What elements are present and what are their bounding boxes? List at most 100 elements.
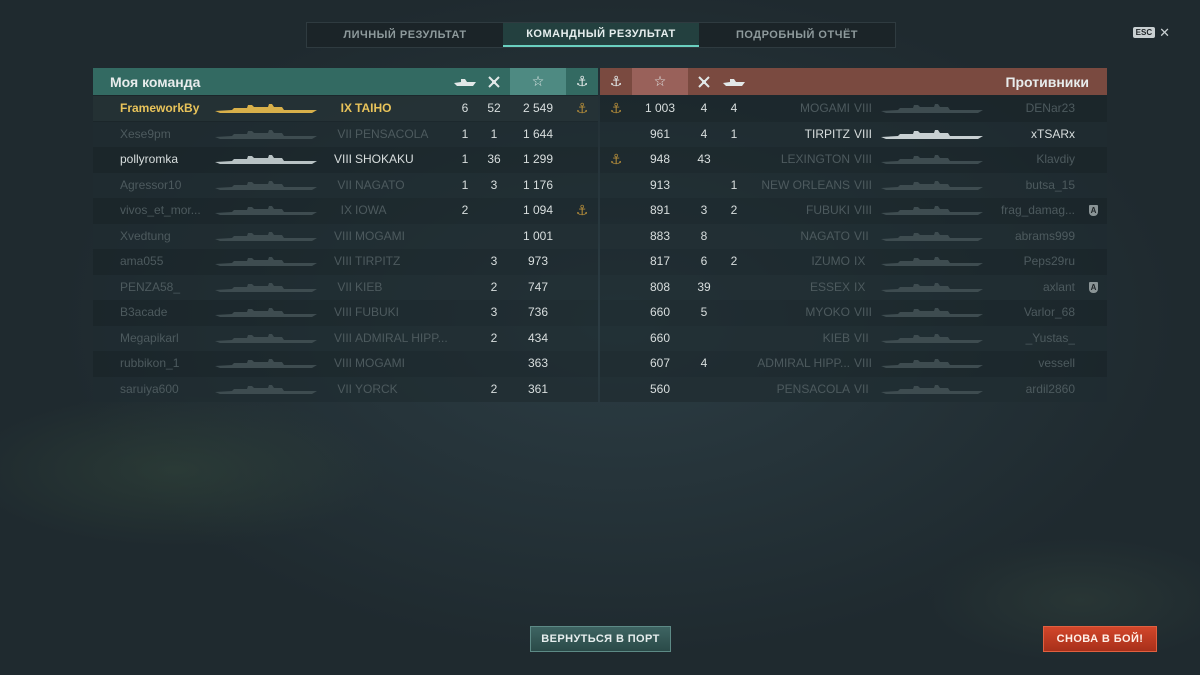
ship-silhouette [214, 300, 320, 325]
ship-silhouette-icon [881, 180, 983, 190]
anchor-icon: ⚓ [575, 202, 589, 218]
esc-key-label: ESC [1132, 27, 1156, 38]
ship-silhouette [214, 351, 320, 376]
ship-silhouette-icon [881, 155, 983, 164]
score: 736 [527, 305, 549, 319]
table-row[interactable]: Xese9pm VII PENSACOLA 1 1 1 644 [93, 121, 598, 147]
ship-name: IZUMO [811, 254, 850, 268]
ship-tier: VIII [854, 177, 873, 192]
ship-kills-icon[interactable] [720, 68, 748, 95]
player-name: DENar23 [1025, 101, 1075, 115]
ship-tier: VIII [333, 228, 352, 243]
ship-silhouette-icon [881, 257, 983, 266]
table-row[interactable]: pollyromka VIII SHOKAKU 1 36 1 299 [93, 147, 598, 172]
ship-name: MYOKO [805, 305, 850, 319]
table-row[interactable]: Agressor10 VII NAGATO 1 3 1 176 [93, 172, 598, 198]
planes-kills-icon[interactable] [481, 68, 507, 95]
ship-silhouette [214, 275, 320, 300]
anchor-icon[interactable]: ⚓ [568, 68, 596, 95]
table-row[interactable]: ⚓ 948 43 LEXINGTON VIII Klavdiy [600, 147, 1107, 172]
plane-kills [481, 224, 507, 249]
ship-tier: VIII [854, 152, 873, 166]
star-icon[interactable]: ☆ [510, 68, 566, 95]
ship-silhouette-icon [881, 384, 983, 394]
ship-name: ADMIRAL HIPP... [355, 330, 448, 345]
player-name: saruiya600 [120, 381, 179, 396]
ship-kills [451, 300, 479, 325]
tab-personal-result[interactable]: ЛИЧНЫЙ РЕЗУЛЬТАТ [307, 23, 503, 47]
player-name: ama055 [120, 254, 164, 268]
plane-kills: 39 [697, 279, 711, 294]
table-row[interactable]: B3acade VIII FUBUKI 3 736 [93, 300, 598, 325]
plane-kills: 2 [490, 381, 498, 396]
score: 817 [649, 254, 671, 268]
ship-silhouette [880, 377, 986, 402]
anchor-icon[interactable]: ⚓ [602, 68, 630, 95]
star-icon[interactable]: ☆ [632, 68, 688, 95]
plane-kills: 3 [700, 203, 708, 217]
ship-kills: 1 [461, 152, 469, 166]
anchor-icon: ⚓ [609, 100, 623, 116]
ship-silhouette [214, 249, 320, 274]
battle-again-button[interactable]: СНОВА В БОЙ! [1043, 626, 1157, 652]
ship-silhouette [214, 147, 320, 172]
table-row[interactable]: ama055 VIII TIRPITZ 3 973 [93, 249, 598, 274]
ship-tier: IX [340, 101, 352, 115]
ship-name: MOGAMI [355, 228, 405, 243]
ship-name: SHOKAKU [355, 152, 414, 166]
ship-tier: VII [337, 126, 352, 141]
table-row[interactable]: 891 3 2 FUBUKI VIII frag_damag... A [600, 198, 1107, 223]
plane-kills: 2 [490, 279, 498, 294]
back-to-port-button[interactable]: ВЕРНУТЬСЯ В ПОРТ [530, 626, 671, 652]
table-row[interactable]: 817 6 2 IZUMO IX Peps29ru [600, 249, 1107, 274]
player-name: ardil2860 [1025, 381, 1075, 396]
ship-silhouette [880, 351, 986, 376]
table-row[interactable]: Xvedtung VIII MOGAMI 1 001 [93, 223, 598, 249]
ship-tier: VIII [333, 152, 352, 166]
plane-kills: 4 [700, 126, 708, 141]
close-button[interactable]: ESC ✕ [1132, 26, 1170, 39]
ship-silhouette [880, 249, 986, 274]
table-row[interactable]: FrameworkBy IX TAIHO 6 52 2 549 ⚓ [93, 96, 598, 121]
ship-tier: VIII [333, 254, 352, 268]
ship-name: NAGATO [800, 228, 850, 243]
table-row[interactable]: 961 4 1 TIRPITZ VIII xTSARx [600, 121, 1107, 147]
tab-detailed-report[interactable]: ПОДРОБНЫЙ ОТЧЁТ [699, 23, 895, 47]
table-row[interactable]: 808 39 ESSEX IX axlant A [600, 274, 1107, 300]
table-row[interactable]: Megapikarl VIII ADMIRAL HIPP... 2 434 [93, 325, 598, 351]
table-row[interactable]: 883 8 NAGATO VII abrams999 [600, 223, 1107, 249]
tab-team-result[interactable]: КОМАНДНЫЙ РЕЗУЛЬТАТ [503, 23, 699, 47]
table-row[interactable]: vivos_et_mor... IX IOWA 2 1 094 ⚓ [93, 198, 598, 223]
ship-silhouette-icon [215, 129, 317, 139]
ship-kills [451, 275, 479, 300]
plane-kills: 52 [487, 101, 501, 115]
score: 2 549 [522, 101, 554, 115]
table-row[interactable]: PENZA58_ VII KIEB 2 747 [93, 274, 598, 300]
player-name: pollyromka [120, 152, 179, 166]
table-row[interactable]: 660 5 MYOKO VIII Varlor_68 [600, 300, 1107, 325]
table-row[interactable]: saruiya600 VII YORCK 2 361 [93, 376, 598, 402]
ship-tier: VIII [854, 126, 873, 141]
table-row[interactable]: ⚓ 1 003 4 4 MOGAMI VIII DENar23 [600, 96, 1107, 121]
planes-kills-icon[interactable] [691, 68, 717, 95]
enemy-team-title: Противники [1005, 74, 1089, 90]
table-row[interactable]: 607 4 ADMIRAL HIPP... VIII vessell [600, 351, 1107, 376]
ship-silhouette [880, 224, 986, 249]
ship-kills-icon[interactable] [451, 68, 479, 95]
table-row[interactable]: 913 1 NEW ORLEANS VIII butsa_15 [600, 172, 1107, 198]
ship-tier: VIII [854, 356, 873, 370]
score: 973 [527, 254, 549, 268]
table-row[interactable]: 560 PENSACOLA VII ardil2860 [600, 376, 1107, 402]
plane-kills: 2 [490, 330, 498, 345]
player-name: xTSARx [1030, 126, 1075, 141]
table-row[interactable]: rubbikon_1 VIII MOGAMI 363 [93, 351, 598, 376]
table-row[interactable]: 660 KIEB VII _Yustas_ [600, 325, 1107, 351]
player-name: Agressor10 [120, 177, 182, 192]
rank-badge-icon: A [1089, 205, 1098, 216]
plane-kills: 1 [490, 126, 498, 141]
ship-silhouette [214, 326, 320, 351]
player-name: B3acade [120, 305, 168, 319]
score: 808 [649, 279, 671, 294]
score: 1 176 [522, 177, 554, 192]
ship-tier: VII [337, 279, 352, 294]
